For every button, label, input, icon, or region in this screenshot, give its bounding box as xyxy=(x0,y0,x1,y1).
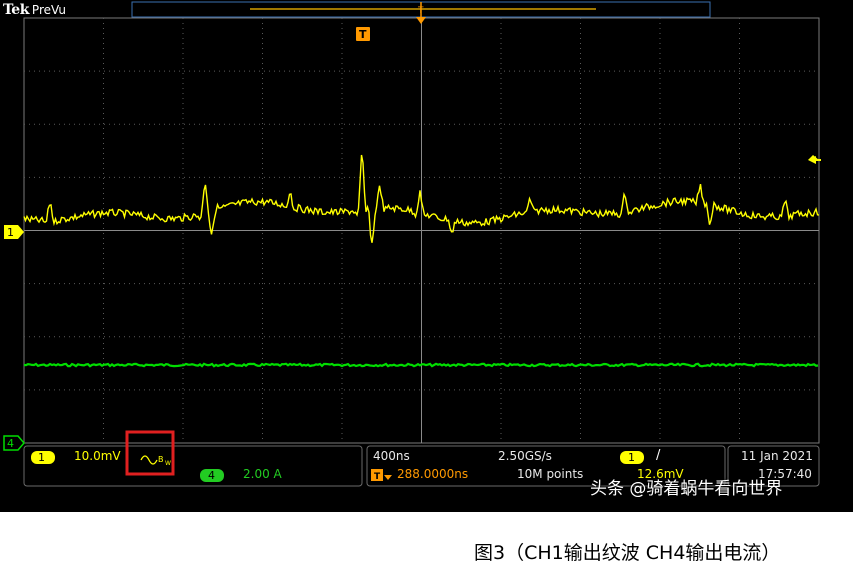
ch4-badge-label: 4 xyxy=(208,469,215,482)
svg-text:T: T xyxy=(374,472,381,482)
svg-text:4: 4 xyxy=(7,437,14,450)
brand-logo: Tek PreVu xyxy=(3,2,66,18)
oscilloscope-screen: T T 1 4 B W T Tek PreVu 1 10.0mV 4 2.00 … xyxy=(0,0,853,512)
trigger-slope[interactable]: / xyxy=(656,448,660,463)
sample-rate: 2.50GS/s xyxy=(498,449,552,463)
svg-text:W: W xyxy=(165,460,171,467)
ch4-scale[interactable]: 2.00 A xyxy=(243,467,282,481)
record-length: 10M points xyxy=(517,467,584,481)
svg-text:T: T xyxy=(359,28,367,41)
trigger-top-T: T xyxy=(417,6,424,16)
svg-text:1: 1 xyxy=(7,226,14,239)
date: 11 Jan 2021 xyxy=(741,449,813,463)
ch1-scale[interactable]: 10.0mV xyxy=(74,449,121,463)
trigger-source-label: 1 xyxy=(628,451,635,464)
watermark: 头条 @骑着蜗牛看向世界 xyxy=(590,479,783,499)
ch1-badge-label: 1 xyxy=(38,451,45,464)
figure-caption: 图3（CH1输出纹波 CH4输出电流） xyxy=(474,542,781,564)
timebase[interactable]: 400ns xyxy=(373,449,410,463)
scope-display: T T 1 4 B W T xyxy=(3,1,821,487)
svg-text:B: B xyxy=(158,455,164,464)
delay[interactable]: 288.0000ns xyxy=(397,467,468,481)
